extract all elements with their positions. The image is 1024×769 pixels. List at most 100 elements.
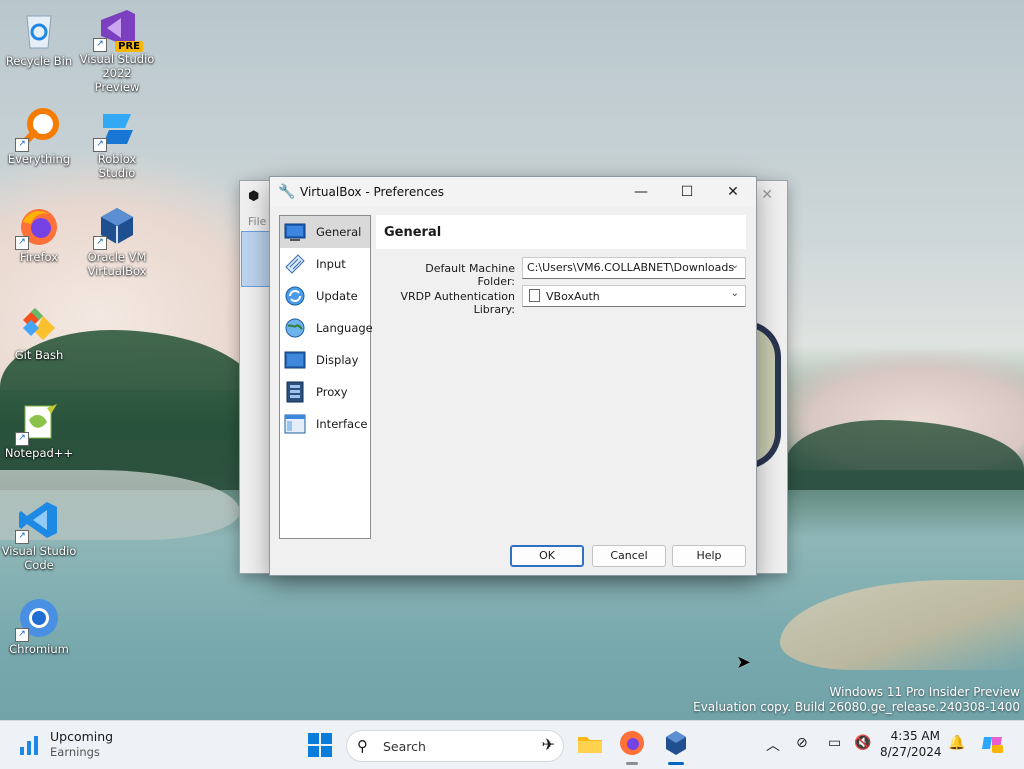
folder-icon [578, 737, 602, 753]
clock-time: 4:35 AM [890, 729, 940, 743]
network-disconnected-icon[interactable]: ⊘ [796, 735, 808, 751]
desktop-icon-everything[interactable]: ↗ Everything [1, 106, 77, 166]
search-highlight-icon: ✈ [541, 735, 555, 754]
virtualbox-icon: ⬢ [248, 189, 260, 204]
proxy-icon [284, 381, 306, 403]
volume-muted-icon[interactable]: 🔇 [854, 735, 871, 751]
shortcut-arrow-icon: ↗ [15, 530, 29, 544]
sidebar-item-display[interactable]: Display [280, 344, 370, 376]
display-icon[interactable]: ▭ [828, 735, 841, 751]
watermark-build: Evaluation copy. Build 26080.ge_release.… [693, 700, 1020, 714]
file-icon [529, 289, 540, 302]
shortcut-arrow-icon: ↗ [93, 138, 107, 152]
shortcut-arrow-icon: ↗ [93, 38, 107, 52]
desktop-icon-visual-studio-code[interactable]: ↗ Visual Studio Code [1, 498, 77, 572]
shortcut-arrow-icon: ↗ [93, 236, 107, 250]
notepad-plus-plus-icon: ↗ [15, 400, 61, 446]
chevron-down-icon[interactable]: ⌄ [731, 260, 739, 271]
close-icon[interactable]: ✕ [761, 187, 773, 203]
search-icon: ⚲ [357, 737, 368, 755]
desktop-icon-label: Roblox Studio [97, 152, 137, 180]
clock-date: 8/27/2024 [880, 745, 942, 759]
chevron-down-icon[interactable]: ⌄ [731, 288, 739, 299]
taskbar: Upcoming Earnings ⚲ Search ✈ ︿ ⊘ ▭ 🔇 4:3… [0, 720, 1024, 769]
firefox-icon: ↗ [15, 204, 61, 250]
sidebar-item-label: Interface [316, 417, 368, 431]
sidebar-item-proxy[interactable]: Proxy [280, 376, 370, 408]
minimize-button[interactable]: — [618, 177, 664, 207]
desktop-icon-virtualbox[interactable]: ↗ Oracle VM VirtualBox [79, 204, 155, 278]
copilot-icon[interactable] [980, 731, 1004, 759]
desktop-icon-label: Visual Studio Code [1, 544, 77, 572]
taskbar-firefox[interactable] [616, 729, 648, 765]
vrdp-library-label: VRDP Authentication Library: [400, 290, 515, 316]
sidebar-item-label: Update [316, 289, 358, 303]
clock[interactable]: 4:35 AM 8/27/2024 [880, 728, 942, 760]
desktop-icon-label: Notepad++ [4, 446, 74, 460]
sidebar-item-label: Language [316, 321, 373, 335]
widget-title: Upcoming [50, 729, 114, 744]
everything-icon: ↗ [15, 106, 61, 152]
update-icon [284, 285, 306, 307]
taskbar-virtualbox[interactable] [660, 729, 692, 765]
desktop-icon-visual-studio-2022[interactable]: PRE ↗ Visual Studio 2022 Preview [79, 6, 155, 94]
desktop-icon-label: Everything [7, 152, 71, 166]
mouse-cursor-icon: ➤ [736, 652, 752, 673]
ok-button[interactable]: OK [510, 545, 584, 567]
desktop-icon-label: Recycle Bin [5, 54, 73, 68]
sidebar-item-language[interactable]: Language [280, 312, 373, 344]
desktop-icon-git-bash[interactable]: Git Bash [1, 302, 77, 362]
sidebar-item-input[interactable]: Input [280, 248, 370, 280]
maximize-button[interactable]: ☐ [664, 177, 710, 207]
recycle-bin-icon [17, 8, 61, 52]
dialog-titlebar[interactable]: 🔧 VirtualBox - Preferences — ☐ ✕ [270, 177, 756, 207]
section-header: General [376, 215, 746, 249]
watermark-edition: Windows 11 Pro Insider Preview [829, 685, 1020, 699]
running-indicator [626, 762, 638, 765]
desktop-icon-notepad-plus-plus[interactable]: ↗ Notepad++ [1, 400, 77, 460]
sidebar-item-label: Display [316, 353, 359, 367]
desktop-icon-label: Visual Studio 2022 Preview [79, 52, 155, 94]
sidebar-item-interface[interactable]: Interface [280, 408, 370, 440]
preferences-sidebar: General Input Update Language Display Pr… [279, 215, 373, 539]
widget-subtitle: Earnings [50, 745, 100, 759]
preferences-dialog: 🔧 VirtualBox - Preferences — ☐ ✕ General… [269, 176, 757, 576]
desktop-icon-label: Oracle VM VirtualBox [87, 250, 147, 278]
windows-logo-icon [308, 733, 332, 757]
taskbar-search[interactable]: ⚲ Search ✈ [346, 730, 564, 762]
desktop-icon-roblox-studio[interactable]: ↗ Roblox Studio [79, 106, 155, 180]
dialog-title: VirtualBox - Preferences [300, 185, 445, 199]
sidebar-item-general[interactable]: General [280, 216, 370, 248]
start-button[interactable] [308, 733, 332, 757]
sidebar-item-update[interactable]: Update [280, 280, 370, 312]
language-icon [284, 317, 306, 339]
shortcut-arrow-icon: ↗ [15, 628, 29, 642]
desktop-icon-label: Git Bash [14, 348, 64, 362]
vscode-icon: ↗ [15, 498, 61, 544]
windows-watermark: Windows 11 Pro Insider Preview Evaluatio… [693, 685, 1020, 715]
vrdp-library-value: VBoxAuth [546, 290, 600, 303]
notification-bell-icon[interactable]: 🔔 [948, 735, 965, 751]
desktop-icon-recycle-bin[interactable]: Recycle Bin [1, 8, 77, 68]
machine-folder-label: Default Machine Folder: [425, 262, 515, 288]
stock-chart-icon [18, 733, 40, 757]
pre-badge: PRE [115, 41, 143, 52]
input-icon [284, 253, 306, 275]
cancel-button[interactable]: Cancel [592, 545, 666, 567]
menu-file[interactable]: File [248, 215, 266, 228]
desktop-icon-firefox[interactable]: ↗ Firefox [1, 204, 77, 264]
virtualbox-icon: ↗ [93, 204, 139, 250]
show-hidden-icons-chevron-icon[interactable]: ︿ [766, 735, 780, 755]
taskbar-file-explorer[interactable] [574, 729, 606, 761]
close-button[interactable]: ✕ [710, 177, 756, 207]
desktop-icon-chromium[interactable]: ↗ Chromium [1, 596, 77, 656]
machine-folder-combo[interactable]: C:\Users\VM6.COLLABNET\Downloads ⌄ [522, 257, 746, 279]
help-button[interactable]: Help [672, 545, 746, 567]
chromium-icon: ↗ [15, 596, 61, 642]
vrdp-library-combo[interactable]: VBoxAuth ⌄ [522, 285, 746, 307]
general-icon [284, 221, 306, 243]
search-placeholder: Search [383, 739, 426, 754]
active-indicator [668, 762, 684, 765]
sidebar-item-label: Proxy [316, 385, 348, 399]
virtualbox-icon [666, 731, 686, 755]
